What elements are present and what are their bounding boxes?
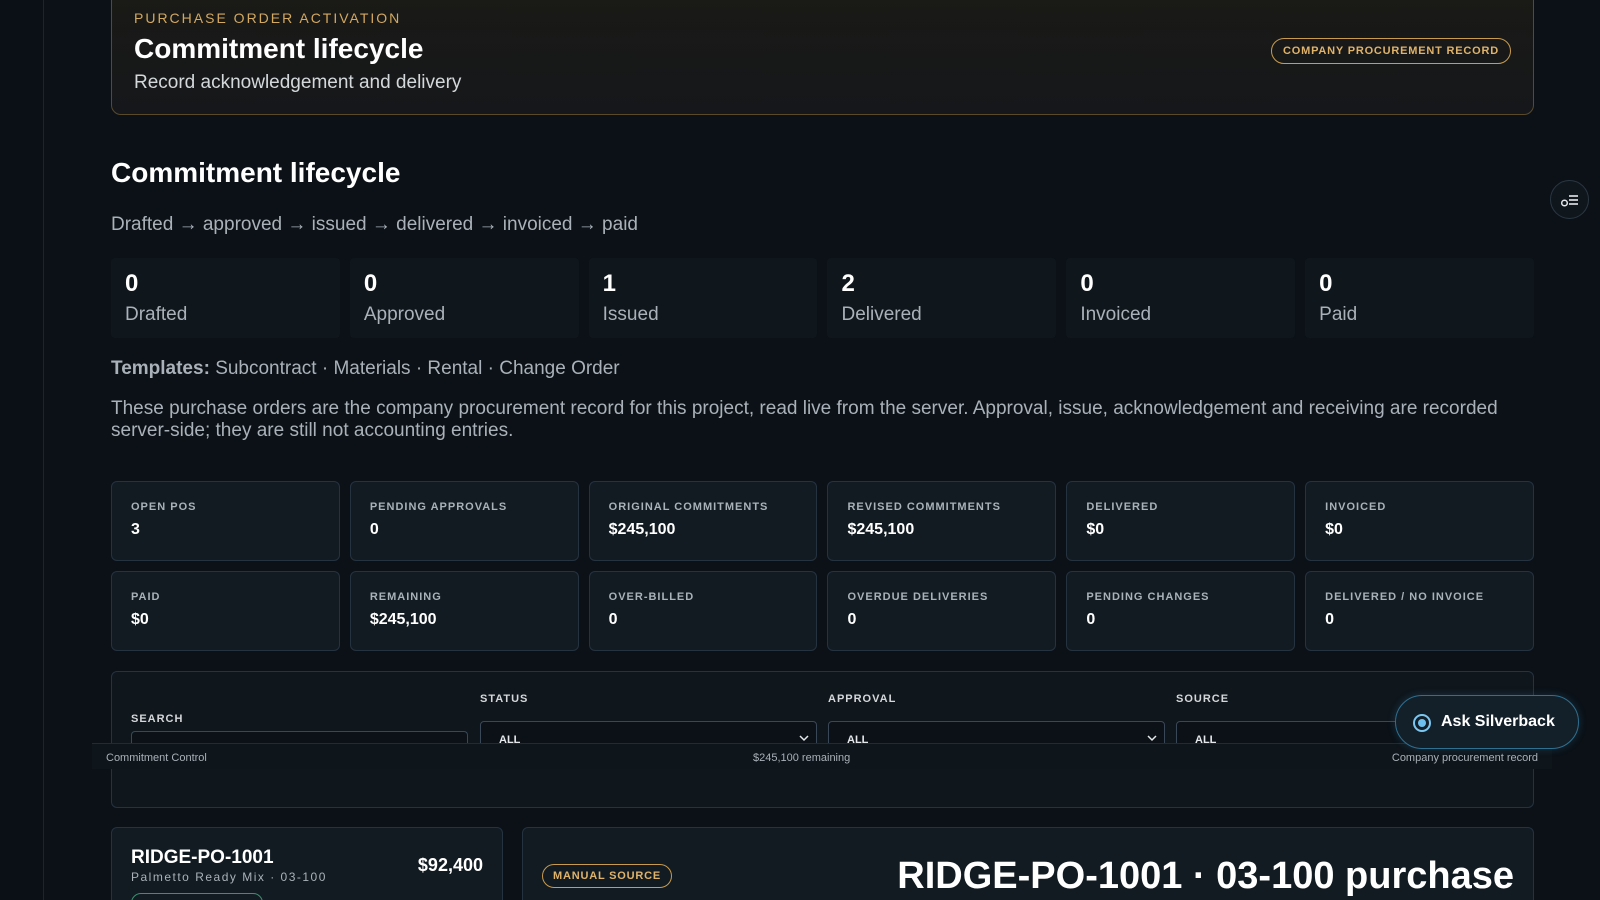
templates-list: Subcontract · Materials · Rental · Chang… xyxy=(215,358,620,379)
po-id: RIDGE-PO-1001 xyxy=(131,847,274,868)
metric-label: ORIGINAL COMMITMENTS xyxy=(608,501,769,513)
stage-label: Invoiced xyxy=(1080,304,1152,325)
templates-label: Templates: xyxy=(111,358,210,379)
procurement-description: These purchase orders are the company pr… xyxy=(111,398,1498,441)
metric-label: DELIVERED / NO INVOICE xyxy=(1325,591,1485,603)
stage-label: Delivered xyxy=(841,304,922,325)
po-detail-panel: MANUAL SOURCE RIDGE-PO-1001 · 03-100 pur… xyxy=(522,827,1534,900)
metric-value: $0 xyxy=(1325,521,1343,538)
stage-paid: 0 Paid xyxy=(1305,258,1534,338)
metric-label: REMAINING xyxy=(369,591,442,603)
metric-remaining: REMAINING $245,100 xyxy=(349,571,579,651)
metric-label: OPEN POS xyxy=(131,501,197,513)
metric-value: $245,100 xyxy=(369,611,437,628)
status-bar-app: Commitment Control xyxy=(106,752,207,764)
metric-value: $245,100 xyxy=(608,521,676,538)
metric-overdue-deliveries: OVERDUE DELIVERIES 0 xyxy=(827,571,1057,651)
lifecycle-flow: Drafted → approved → issued → delivered … xyxy=(111,214,638,235)
filter-panel: SEARCH STATUS ALL APPROVAL ALL SOURCE AL… xyxy=(111,671,1534,808)
stage-count: 2 xyxy=(841,270,855,297)
po-vendor: Palmetto Ready Mix · 03-100 xyxy=(131,870,327,884)
metric-value: $245,100 xyxy=(847,521,915,538)
hero-subtitle: Record acknowledgement and delivery xyxy=(134,72,462,93)
filter-list-icon xyxy=(1560,195,1578,207)
metric-delivered-no-invoice: DELIVERED / NO INVOICE 0 xyxy=(1305,571,1534,651)
stage-label: Drafted xyxy=(125,304,188,325)
stage-count: 0 xyxy=(1080,270,1094,297)
stage-label: Approved xyxy=(363,304,446,325)
stage-label: Issued xyxy=(602,304,659,325)
stage-label: Paid xyxy=(1319,304,1358,325)
metric-label: PENDING APPROVALS xyxy=(369,501,508,513)
po-status-pill xyxy=(131,893,263,900)
metric-value: $0 xyxy=(1086,521,1105,538)
metric-pending-changes: PENDING CHANGES 0 xyxy=(1066,571,1296,651)
po-detail-title: RIDGE-PO-1001 · 03-100 purchase xyxy=(897,855,1514,897)
ask-silverback-label: Ask Silverback xyxy=(1441,713,1555,730)
metric-value: 0 xyxy=(608,611,618,628)
metric-delivered: DELIVERED $0 xyxy=(1066,481,1296,561)
metric-label: PENDING CHANGES xyxy=(1086,591,1210,603)
metric-paid: PAID $0 xyxy=(111,571,340,651)
stage-count: 0 xyxy=(125,270,139,297)
section-title: Commitment lifecycle xyxy=(111,157,401,188)
manual-source-badge: MANUAL SOURCE xyxy=(542,864,672,888)
stage-invoiced: 0 Invoiced xyxy=(1066,258,1296,338)
stage-count: 1 xyxy=(602,270,617,297)
metric-over-billed: OVER-BILLED 0 xyxy=(588,571,818,651)
record-dot-icon xyxy=(1413,714,1431,732)
metric-pending-approvals: PENDING APPROVALS 0 xyxy=(349,481,579,561)
metric-value: 0 xyxy=(1086,611,1096,628)
ask-silverback-button[interactable]: Ask Silverback xyxy=(1395,695,1579,749)
hero-eyebrow: PURCHASE ORDER ACTIVATION xyxy=(134,10,402,26)
metric-value: 3 xyxy=(131,521,140,538)
side-panel-toggle[interactable] xyxy=(1550,180,1589,219)
stage-approved: 0 Approved xyxy=(349,258,579,338)
metric-label: PAID xyxy=(131,591,161,603)
metric-value: 0 xyxy=(369,521,379,538)
status-bar-record: Company procurement record xyxy=(1391,752,1538,764)
metric-original-commitments: ORIGINAL COMMITMENTS $245,100 xyxy=(588,481,818,561)
procurement-record-badge: COMPANY PROCUREMENT RECORD xyxy=(1271,38,1511,64)
hero-title: Commitment lifecycle xyxy=(134,33,424,64)
metric-label: OVERDUE DELIVERIES xyxy=(847,591,989,603)
po-amount: $92,400 xyxy=(417,855,483,875)
metric-value: $0 xyxy=(131,611,149,628)
templates-line: Templates: Subcontract · Materials · Ren… xyxy=(111,358,620,380)
status-bar: Commitment Control $245,100 remaining Co… xyxy=(92,743,1552,769)
approval-label: APPROVAL xyxy=(828,693,897,705)
metric-label: OVER-BILLED xyxy=(608,591,695,603)
stage-drafted: 0 Drafted xyxy=(111,258,340,338)
stage-issued: 1 Issued xyxy=(588,258,818,338)
source-label: SOURCE xyxy=(1176,693,1230,705)
stage-count: 0 xyxy=(363,270,378,297)
status-label: STATUS xyxy=(480,693,529,705)
metric-value: 0 xyxy=(847,611,857,628)
stage-delivered: 2 Delivered xyxy=(827,258,1057,338)
metric-revised-commitments: REVISED COMMITMENTS $245,100 xyxy=(827,481,1057,561)
hero-panel: PURCHASE ORDER ACTIVATION Commitment lif… xyxy=(111,0,1534,115)
metrics-grid: OPEN POS 3 PENDING APPROVALS 0 ORIGINAL … xyxy=(111,481,1534,651)
metric-label: REVISED COMMITMENTS xyxy=(847,501,1001,513)
metric-label: DELIVERED xyxy=(1086,501,1159,513)
metric-label: INVOICED xyxy=(1325,501,1387,513)
lifecycle-stages: 0 Drafted 0 Approved 1 Issued 2 Delivere… xyxy=(111,258,1534,338)
search-label: SEARCH xyxy=(131,713,184,725)
metric-invoiced: INVOICED $0 xyxy=(1305,481,1534,561)
metric-open-pos: OPEN POS 3 xyxy=(111,481,340,561)
left-rail xyxy=(0,0,44,900)
status-bar-remaining: $245,100 remaining xyxy=(753,752,851,764)
metric-value: 0 xyxy=(1325,611,1335,628)
stage-count: 0 xyxy=(1319,270,1333,297)
po-list-item[interactable]: RIDGE-PO-1001 Palmetto Ready Mix · 03-10… xyxy=(111,827,503,900)
